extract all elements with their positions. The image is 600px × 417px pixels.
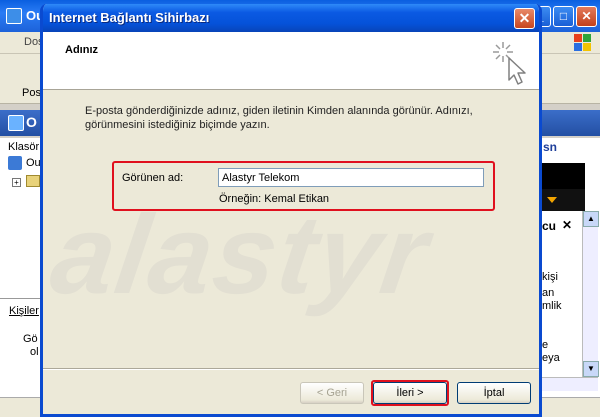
vertical-scrollbar[interactable]: ▲ ▼ [582,211,599,377]
cancel-button[interactable]: İptal [457,382,531,404]
close-icon[interactable]: ✕ [514,8,535,29]
msn-text-line: mlik [542,300,562,312]
folder-header-title: O [26,114,37,130]
scroll-down-icon[interactable]: ▼ [583,361,599,377]
msn-close-icon[interactable]: ✕ [562,218,572,232]
back-button[interactable]: < Geri [300,382,364,404]
magic-wand-icon [493,42,526,85]
horizontal-scrollbar[interactable] [540,377,598,391]
tree-item-outlook[interactable]: Ou [26,157,41,169]
wizard-body: alastyr E-posta gönderdiğinizde adınız, … [43,90,539,368]
folder-pane-label: Klasör [8,141,40,153]
msn-text-line: an [542,287,555,299]
chevron-down-icon [547,197,557,203]
page-title: Adınız [65,44,98,56]
display-name-label: Görünen ad: [122,172,184,184]
contacts-label[interactable]: Kişiler [9,305,39,317]
wizard-description: E-posta gönderdiğinizde adınız, giden il… [85,105,473,131]
msn-dropdown[interactable] [540,189,585,211]
connection-wizard-dialog: Internet Bağlantı Sihirbazı ✕ Adınız ala… [40,4,542,417]
toolbar-button-post[interactable]: Pos [22,87,41,99]
msn-text-line: kişi [542,271,558,283]
app-icon [6,8,22,24]
display-name-input[interactable] [218,168,484,187]
folder-icon [26,175,40,187]
next-button[interactable]: İleri > [373,382,447,404]
contacts-text-line2: ol [30,346,39,358]
separator [43,368,539,370]
folder-icon [8,115,24,131]
msn-logo: sn [543,140,558,154]
msn-banner [540,163,585,189]
display-name-example: Örneğin: Kemal Etikan [219,193,330,205]
dialog-titlebar[interactable]: Internet Bağlantı Sihirbazı ✕ [43,4,539,32]
contacts-text-line1: Gö [23,333,38,345]
outlook-icon [8,156,22,170]
expand-icon[interactable]: + [12,178,21,187]
scroll-up-icon[interactable]: ▲ [583,211,599,227]
msn-heading: cu [542,219,557,233]
display-name-group: Görünen ad: Örneğin: Kemal Etikan [112,161,495,211]
close-button[interactable]: ✕ [576,6,597,27]
msn-text-line: e [542,339,549,351]
windows-logo-icon [574,34,592,52]
maximize-button[interactable]: □ [553,6,574,27]
dialog-title: Internet Bağlantı Sihirbazı [49,10,210,25]
wizard-header: Adınız [43,32,539,90]
msn-text-line: eya [542,352,560,364]
